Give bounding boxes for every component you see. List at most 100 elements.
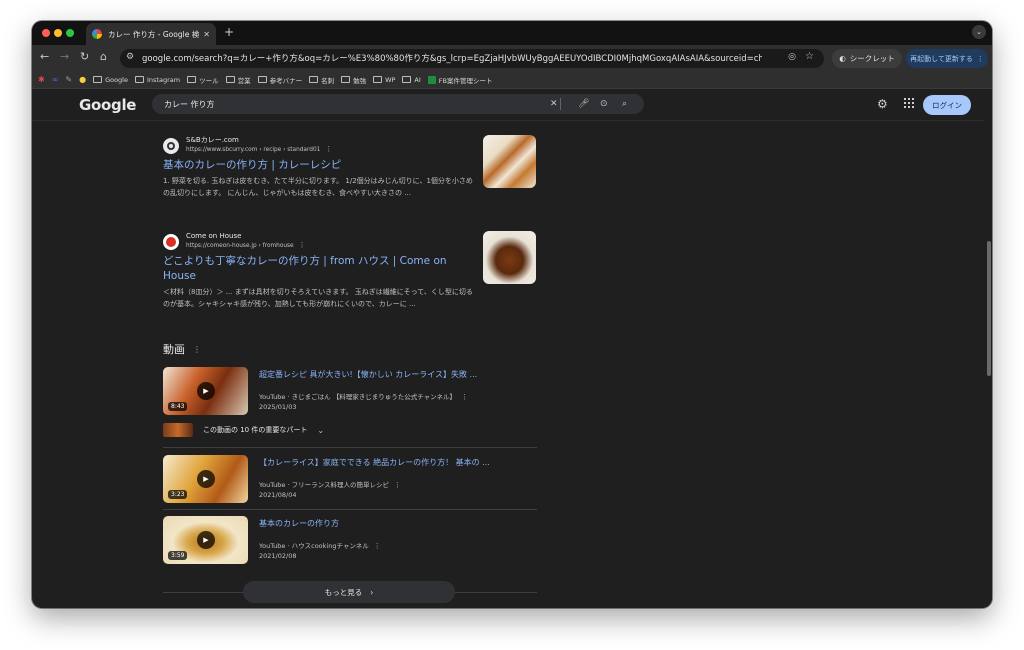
folder-icon (373, 76, 383, 83)
close-window-dot[interactable] (42, 29, 50, 37)
more-options-icon[interactable]: ⋮ (325, 145, 332, 153)
site-info-icon[interactable]: ⚙ (126, 52, 134, 62)
more-options-icon[interactable]: ⋮ (299, 241, 306, 249)
bookmark-site-icon[interactable]: ✎ (65, 75, 72, 84)
video-channel-meta: YouTube · ハウスcookingチャンネル ⋮ (259, 542, 381, 550)
eye-off-icon[interactable]: ◎ (788, 52, 796, 62)
google-apps-icon[interactable] (904, 98, 914, 108)
result-title-link[interactable]: どこよりも丁寧なカレーの作り方 | from ハウス | Come on Hou… (163, 254, 473, 284)
sbcurry-favicon-icon (163, 137, 179, 154)
key-moments-toggle[interactable]: この動画の 10 件の重要なパート ⌄ (163, 423, 537, 437)
video-date: 2021/08/04 (259, 491, 297, 499)
video-title-link[interactable]: 基本のカレーの作り方 (259, 518, 339, 529)
more-options-icon[interactable]: ⋮ (193, 345, 201, 354)
result-site-header[interactable]: S&Bカレー.com https://www.sbcurry.com › rec… (163, 136, 473, 155)
result-snippet: 1. 野菜を切る. 玉ねぎは皮をむき、たて半分に切ります。 1/2個分はみじん切… (163, 177, 473, 197)
search-input[interactable] (164, 97, 534, 111)
more-options-icon[interactable]: ⋮ (394, 481, 401, 489)
chevron-down-icon[interactable]: ⌄ (317, 426, 324, 435)
video-channel-meta: YouTube · フリーランス料理人の簡単レシピ ⋮ (259, 481, 402, 489)
result-site-header[interactable]: Come on House https://comeon-house.jp › … (163, 232, 473, 251)
folder-icon (341, 76, 351, 83)
bookmark-folder-banners[interactable]: 参考バナー (257, 75, 302, 85)
video-duration: 3:23 (168, 490, 188, 499)
clear-search-icon[interactable]: ✕ (550, 98, 558, 110)
browser-window: カレー 作り方 - Google 検索 ✕ + ⌄ ← → ↻ ⌂ ⚙ goog… (32, 21, 992, 608)
more-menu-icon[interactable]: ⋮ (977, 55, 984, 63)
bookmark-star-icon[interactable]: ☆ (805, 51, 814, 62)
zoom-window-dot[interactable] (66, 29, 74, 37)
video-thumbnail[interactable]: ▶ 3:23 (163, 455, 248, 503)
meta-icon[interactable]: ∞ (52, 75, 59, 84)
google-header: Google ✕ 🎤︎ ⊙ ⌕ ⚙ ログイン (32, 89, 985, 121)
bookmark-folder-tools[interactable]: ツール (187, 75, 219, 85)
search-divider (560, 98, 561, 110)
bookmark-app-icon[interactable]: ✱ (38, 75, 45, 84)
video-title-link[interactable]: 超定番レシピ 具が大きい!【懐かしい カレーライス】失敗 ... (259, 369, 477, 380)
result-site-name: Come on House (186, 232, 242, 240)
new-tab-button[interactable]: + (224, 25, 234, 39)
settings-gear-icon[interactable]: ⚙ (877, 97, 888, 111)
result-site-url: https://comeon-house.jp › fromhouse ⋮ (186, 241, 306, 249)
more-options-icon[interactable]: ⋮ (374, 542, 381, 550)
bookmark-folder-cards[interactable]: 名刺 (309, 75, 334, 85)
relaunch-update-button[interactable]: 再起動して更新する ⋮ (906, 49, 988, 68)
home-icon[interactable]: ⌂ (100, 50, 107, 64)
back-icon[interactable]: ← (40, 50, 49, 64)
tab-search-chevron-icon[interactable]: ⌄ (972, 25, 986, 39)
incognito-button[interactable]: ◐ シークレット (832, 49, 902, 68)
search-icon[interactable]: ⌕ (622, 98, 627, 110)
result-title-link[interactable]: 基本のカレーの作り方 | カレーレシピ (163, 158, 473, 173)
more-videos-button[interactable]: もっと見る › (243, 581, 455, 603)
tab-title: カレー 作り方 - Google 検索 (108, 29, 200, 39)
search-box[interactable]: ✕ 🎤︎ ⊙ ⌕ (152, 94, 644, 114)
video-divider (163, 447, 537, 448)
result-thumbnail-image[interactable] (483, 231, 536, 284)
bookmark-folder-wp[interactable]: WP (373, 76, 395, 84)
bookmarks-bar: ✱ ∞ ✎ ● Google Instagram ツール 営業 参考バナー 名刺… (32, 71, 992, 89)
google-logo[interactable]: Google (79, 96, 136, 114)
video-thumbnail[interactable]: ▶ 8:43 (163, 367, 248, 415)
bookmark-folder-ai[interactable]: AI (402, 76, 421, 84)
folder-icon (402, 76, 412, 83)
forward-icon[interactable]: → (60, 50, 69, 64)
bookmark-folder-sales[interactable]: 営業 (225, 75, 251, 85)
play-icon: ▶ (197, 470, 215, 488)
bookmark-folder-instagram[interactable]: Instagram (134, 76, 180, 84)
incognito-icon: ◐ (839, 54, 846, 63)
videos-heading: 動画 (163, 343, 185, 356)
close-tab-icon[interactable]: ✕ (203, 30, 210, 39)
folder-icon (134, 76, 144, 83)
login-button[interactable]: ログイン (923, 95, 971, 115)
bookmark-folder-study[interactable]: 勉強 (341, 75, 366, 85)
browser-toolbar: ← → ↻ ⌂ ⚙ google.com/search?q=カレー+作り方&oq… (32, 45, 992, 71)
result-site-url: https://www.sbcurry.com › recipe › stand… (186, 145, 333, 153)
bookmark-folder-google[interactable]: Google (93, 76, 128, 84)
video-channel-meta: YouTube · きじまごはん 【料理家きじまりゅうた公式チャンネル】 ⋮ (259, 393, 469, 401)
address-bar[interactable]: ⚙ google.com/search?q=カレー+作り方&oq=カレー%E3%… (120, 49, 824, 68)
more-options-icon[interactable]: ⋮ (461, 393, 468, 401)
video-title-link[interactable]: 【カレーライス】家庭でできる 絶品カレーの作り方！ 基本の ... (259, 457, 490, 468)
search-result: Come on House https://comeon-house.jp › … (163, 232, 473, 310)
relaunch-label: 再起動して更新する (910, 54, 973, 63)
scrollbar-thumb[interactable] (987, 241, 991, 376)
google-lens-icon[interactable]: ⊙ (600, 98, 608, 110)
result-thumbnail-image[interactable] (483, 135, 536, 188)
key-moments-label: この動画の 10 件の重要なパート (203, 426, 308, 434)
folder-icon (187, 76, 197, 83)
videos-section-heading: 動画 ⋮ (163, 341, 201, 357)
minimize-window-dot[interactable] (54, 29, 62, 37)
sheets-icon (427, 75, 436, 84)
video-date: 2025/01/03 (259, 403, 297, 411)
chevron-right-icon: › (370, 587, 374, 597)
folder-icon (93, 76, 103, 83)
bookmark-fb-sheet[interactable]: FB案件管理シート (427, 75, 493, 85)
play-icon: ▶ (197, 382, 215, 400)
tab-google-search[interactable]: カレー 作り方 - Google 検索 ✕ (86, 23, 216, 45)
lightbulb-icon[interactable]: ● (79, 75, 86, 84)
address-url[interactable]: google.com/search?q=カレー+作り方&oq=カレー%E3%80… (142, 52, 762, 64)
reload-icon[interactable]: ↻ (80, 50, 89, 64)
microphone-icon[interactable]: 🎤︎ (578, 98, 589, 110)
google-favicon-icon (92, 29, 102, 39)
video-thumbnail[interactable]: ▶ 3:59 (163, 516, 248, 564)
